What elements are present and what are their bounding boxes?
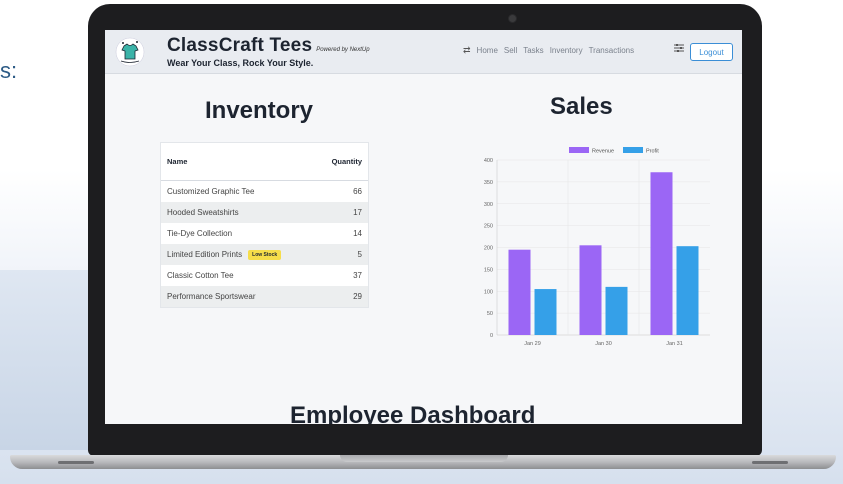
product-name: Customized Graphic Tee	[167, 187, 255, 196]
navbar: ClassCraft Tees Powered by NextUp Wear Y…	[105, 30, 742, 74]
app-screen: ClassCraft Tees Powered by NextUp Wear Y…	[105, 30, 742, 424]
y-tick-label: 350	[484, 180, 493, 186]
nav-links: ⇄ Home Sell Tasks Inventory Transactions	[463, 45, 640, 56]
product-name: Limited Edition Prints	[167, 250, 243, 259]
y-tick-label: 300	[484, 202, 493, 208]
powered-by-label: Powered by NextUp	[316, 46, 370, 53]
legend-label-revenue: Revenue	[592, 149, 614, 155]
sales-chart-svg: 0 50 100 150 200 250 300 350 400 Jan 29 Jan 30 Jan …	[484, 147, 710, 347]
filter-icon[interactable]	[673, 42, 685, 54]
table-header: Name Quantity	[161, 143, 368, 181]
legend-swatch-revenue	[569, 147, 589, 153]
background-panel	[0, 270, 100, 450]
brand: ClassCraft Tees Powered by NextUp Wear Y…	[167, 36, 370, 68]
table-row: Tie-Dye Collection 14	[161, 223, 368, 244]
nav-transactions[interactable]: Transactions	[589, 46, 635, 55]
swap-icon[interactable]: ⇄	[463, 45, 471, 56]
quantity-cell: 14	[353, 229, 362, 238]
background-text: s:	[0, 58, 18, 83]
camera-icon	[508, 14, 517, 23]
nav-home[interactable]: Home	[477, 46, 498, 55]
product-name: Hooded Sweatshirts	[167, 208, 239, 217]
brand-tagline: Wear Your Class, Rock Your Style.	[167, 57, 314, 68]
quantity-cell: 29	[353, 292, 362, 301]
product-name: Performance Sportswear	[167, 292, 256, 301]
y-tick-label: 250	[484, 224, 493, 230]
nav-inventory[interactable]: Inventory	[550, 46, 583, 55]
tshirt-logo-icon[interactable]	[115, 37, 145, 67]
row-name-cell: Limited Edition Prints Low Stock	[167, 249, 282, 260]
y-tick-label: 200	[484, 246, 493, 252]
x-tick-label: Jan 31	[666, 341, 683, 347]
laptop-notch	[340, 455, 508, 462]
row-name-cell: Customized Graphic Tee	[167, 187, 254, 196]
table-row: Classic Cotton Tee 37	[161, 265, 368, 286]
laptop-foot-right	[752, 461, 788, 464]
x-tick-label: Jan 30	[595, 341, 612, 347]
quantity-column-header: Quantity	[331, 157, 362, 166]
name-column-header: Name	[167, 157, 188, 166]
employee-dashboard-title: Employee Dashboard	[290, 402, 536, 424]
logout-button[interactable]: Logout	[690, 43, 733, 61]
legend-label-profit: Profit	[646, 149, 659, 155]
quantity-cell: 66	[353, 187, 362, 196]
laptop-foot-left	[58, 461, 94, 464]
y-tick-label: 150	[484, 267, 493, 273]
nav-sell[interactable]: Sell	[504, 46, 517, 55]
bar-revenue-jan-30	[579, 245, 602, 335]
y-tick-label: 0	[490, 333, 493, 339]
row-name-cell: Classic Cotton Tee	[167, 271, 234, 280]
product-name: Classic Cotton Tee	[167, 271, 234, 280]
bar-profit-jan-29	[534, 289, 557, 335]
nav-tasks[interactable]: Tasks	[523, 46, 543, 55]
sales-chart: 0 50 100 150 200 250 300 350 400 Jan 29 Jan 30 Jan …	[475, 140, 715, 355]
bar-profit-jan-30	[605, 286, 628, 335]
y-tick-label: 400	[484, 158, 493, 164]
table-row: Performance Sportswear 29	[161, 286, 368, 307]
y-tick-label: 50	[487, 311, 493, 317]
sales-title: Sales	[550, 93, 613, 120]
quantity-cell: 37	[353, 271, 362, 280]
quantity-cell: 17	[353, 208, 362, 217]
y-tick-label: 100	[484, 289, 493, 295]
inventory-title: Inventory	[205, 97, 314, 124]
row-name-cell: Performance Sportswear	[167, 292, 255, 301]
bar-revenue-jan-31	[650, 172, 673, 335]
bar-profit-jan-31	[676, 246, 699, 335]
quantity-cell: 5	[357, 250, 362, 259]
brand-title[interactable]: ClassCraft Tees	[167, 36, 312, 55]
row-name-cell: Tie-Dye Collection	[167, 229, 232, 238]
x-tick-label: Jan 29	[524, 341, 541, 347]
low-stock-badge: Low Stock	[248, 249, 282, 260]
bar-revenue-jan-29	[508, 249, 531, 335]
row-name-cell: Hooded Sweatshirts	[167, 208, 239, 217]
table-row: Limited Edition Prints Low Stock 5	[161, 244, 368, 265]
legend-swatch-profit	[623, 147, 643, 153]
product-name: Tie-Dye Collection	[167, 229, 233, 238]
table-row: Customized Graphic Tee 66	[161, 181, 368, 202]
inventory-table: Name Quantity Customized Graphic Tee 66 Ho…	[160, 142, 369, 308]
table-row: Hooded Sweatshirts 17	[161, 202, 368, 223]
